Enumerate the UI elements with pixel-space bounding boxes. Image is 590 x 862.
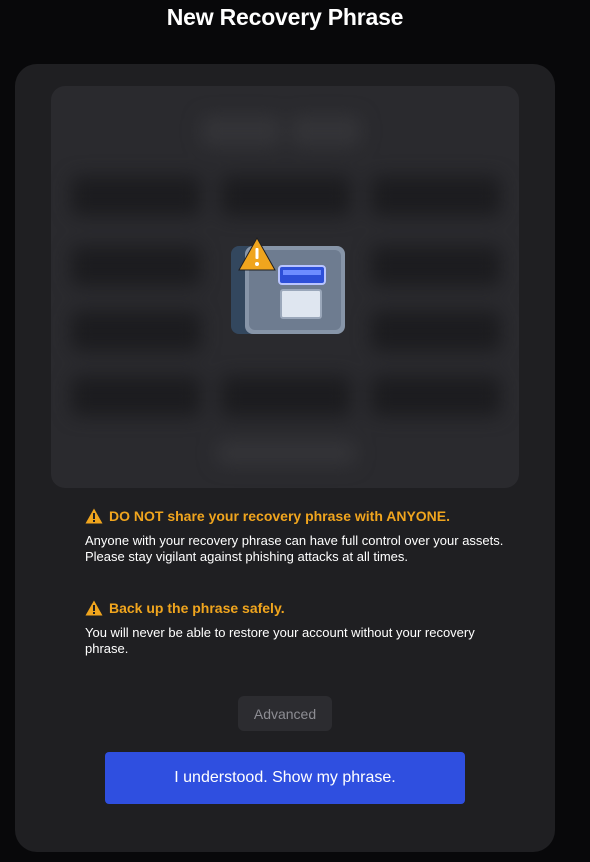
share-warning: DO NOT share your recovery phrase with A… — [85, 508, 505, 565]
recovery-phrase-card: DO NOT share your recovery phrase with A… — [15, 64, 555, 852]
share-warning-heading: DO NOT share your recovery phrase with A… — [109, 508, 451, 524]
backup-warning: Back up the phrase safely. You will neve… — [85, 600, 505, 657]
share-warning-body: Anyone with your recovery phrase can hav… — [85, 533, 504, 564]
blurred-phrase-panel — [51, 86, 519, 488]
show-phrase-button[interactable]: I understood. Show my phrase. — [105, 752, 465, 804]
advanced-button[interactable]: Advanced — [238, 696, 332, 731]
hidden-phrase-icon — [231, 236, 345, 334]
backup-warning-heading: Back up the phrase safely. — [109, 600, 285, 616]
backup-warning-body: You will never be able to restore your a… — [85, 625, 475, 656]
warning-icon — [85, 600, 103, 616]
warning-icon — [85, 508, 103, 524]
page-title: New Recovery Phrase — [166, 4, 404, 30]
